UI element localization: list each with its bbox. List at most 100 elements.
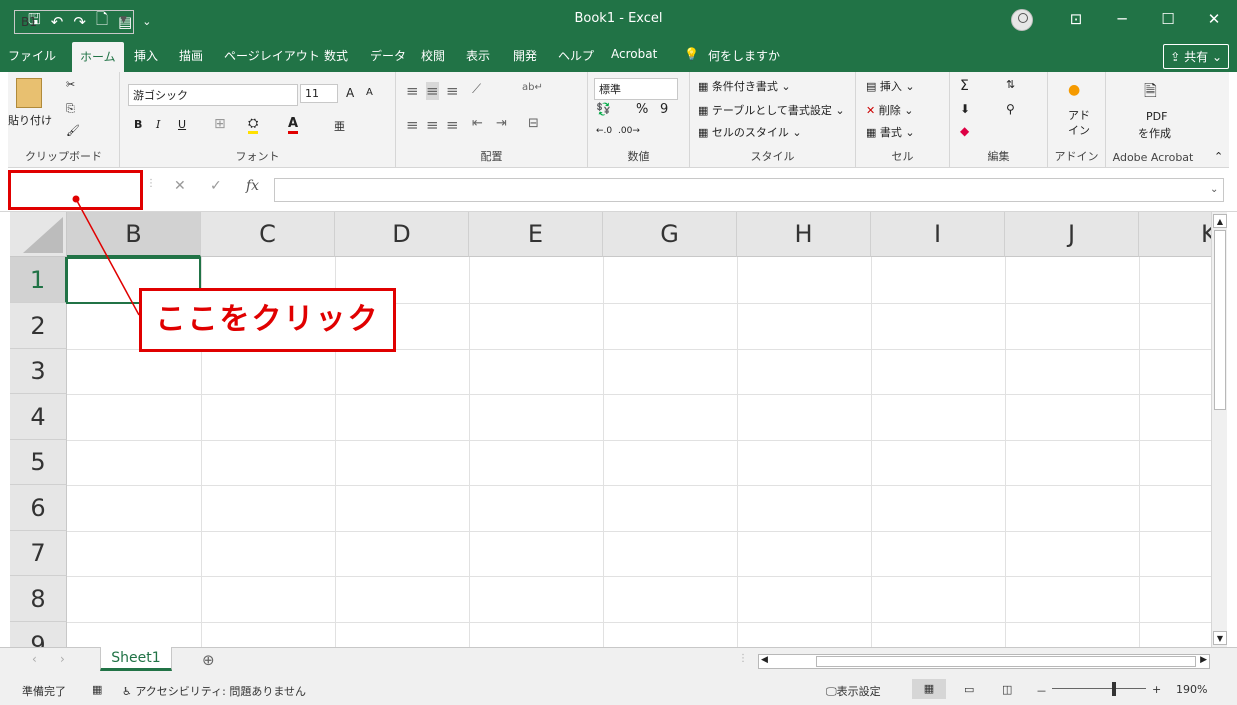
tab-insert[interactable]: 挿入 [134,47,158,64]
enter-icon[interactable]: ✓ [210,178,222,194]
borders-icon[interactable]: ⊞ [214,116,226,132]
grow-font-icon[interactable]: A [346,86,354,100]
find-select-icon[interactable]: ⚲ [1006,102,1015,116]
cancel-icon[interactable]: ✕ [174,178,186,194]
normal-view-icon[interactable]: ▦ [912,679,946,699]
font-color-icon[interactable]: A [288,116,299,134]
align-center-icon[interactable]: ≡ [426,116,439,134]
tab-view[interactable]: 表示 [466,47,490,64]
autosum-icon[interactable]: Σ [960,78,969,94]
insert-cells-button[interactable]: ▤ 挿入 ⌄ [866,78,915,94]
insert-function-icon[interactable]: fx [246,178,259,194]
tab-formulas[interactable]: 数式 [324,47,348,64]
create-pdf-line2[interactable]: を作成 [1138,125,1171,141]
sort-filter-icon[interactable]: ⇅ [1006,78,1015,91]
sheet-nav-next-icon[interactable]: › [60,652,65,666]
expand-formula-bar-icon[interactable]: ⌄ [1210,184,1218,195]
scroll-up-icon[interactable]: ▲ [1213,214,1227,228]
row-header[interactable]: 9 [10,622,67,647]
column-header[interactable]: G [603,212,737,257]
fill-icon[interactable]: ⬇ [960,102,970,116]
tab-file[interactable]: ファイル [8,47,56,64]
row-header[interactable]: 1 [10,257,67,303]
middle-align-icon[interactable]: ≡ [426,82,439,100]
zoom-in-button[interactable]: + [1152,683,1161,696]
bold-button[interactable]: B [134,118,142,131]
row-header[interactable]: 4 [10,394,67,440]
clear-icon[interactable]: ◆ [960,124,969,138]
column-header[interactable]: E [469,212,603,257]
ribbon-display-options-icon[interactable]: ⊡ [1053,10,1099,28]
minimize-button[interactable]: ─ [1099,10,1145,28]
sheet-nav-prev-icon[interactable]: ‹ [32,652,37,666]
column-header[interactable]: J [1005,212,1139,257]
increase-decimal-icon[interactable]: ←.0 [596,126,612,136]
decrease-indent-icon[interactable]: ⇤ [472,116,483,131]
number-format-select[interactable]: 標準 [594,78,678,100]
paste-icon[interactable] [16,78,42,108]
column-header[interactable]: C [201,212,335,257]
row-header[interactable]: 8 [10,576,67,622]
scroll-down-icon[interactable]: ▼ [1213,631,1227,645]
italic-button[interactable]: I [156,118,160,131]
select-all-button[interactable] [10,212,67,257]
page-layout-view-icon[interactable]: ▭ [964,683,974,696]
comma-style-icon[interactable]: 9 [660,102,668,117]
currency-icon[interactable]: 💱 [596,102,611,116]
align-left-icon[interactable]: ≡ [406,116,419,134]
shrink-font-icon[interactable]: A [366,87,373,98]
tab-page-layout[interactable]: ページレイアウト [224,47,320,64]
phonetic-icon[interactable]: 亜 [334,118,345,134]
tab-data[interactable]: データ [370,47,406,64]
copy-icon[interactable]: ⎘ [66,102,75,116]
column-header[interactable]: I [871,212,1005,257]
fill-color-icon[interactable]: ⛭ [248,116,259,134]
row-header[interactable]: 3 [10,349,67,394]
bottom-align-icon[interactable]: ≡ [446,82,459,100]
row-header[interactable]: 7 [10,531,67,576]
tab-developer[interactable]: 開発 [513,47,537,64]
add-sheet-icon[interactable]: ⊕ [202,651,215,669]
format-painter-icon[interactable]: 🖌 [66,124,80,137]
format-cells-button[interactable]: ▦ 書式 ⌄ [866,124,915,140]
column-header[interactable]: K [1139,212,1211,257]
font-name-select[interactable]: 游ゴシック [128,84,298,106]
zoom-slider-thumb[interactable] [1112,682,1116,696]
percent-icon[interactable]: % [636,102,648,117]
close-button[interactable]: ✕ [1191,10,1237,28]
row-header[interactable]: 5 [10,440,67,485]
cut-icon[interactable]: ✂ [66,78,75,91]
tab-review[interactable]: 校閲 [421,47,445,64]
display-settings-button[interactable]: 🖵表示設定 [826,683,881,699]
tell-me-search[interactable]: 何をしますか [708,47,780,64]
account-avatar-icon[interactable] [1011,9,1033,31]
worksheet-grid[interactable]: B C D E G H I J K 1 2 3 4 5 6 7 8 9 [10,212,1211,647]
accessibility-status[interactable]: ♿ アクセシビリティ: 問題ありません [122,683,306,699]
cell-styles-button[interactable]: ▦ セルのスタイル ⌄ [698,124,802,140]
wrap-text-icon[interactable]: ab↵ [522,82,543,93]
zoom-level[interactable]: 190% [1176,683,1207,696]
format-as-table-button[interactable]: ▦ テーブルとして書式設定 ⌄ [698,102,845,118]
scroll-left-icon[interactable]: ◀ [761,655,768,665]
zoom-out-button[interactable]: － [1036,683,1047,699]
row-header[interactable]: 6 [10,485,67,531]
increase-indent-icon[interactable]: ⇥ [496,116,507,131]
addins-button[interactable]: アド イン [1068,108,1090,138]
orientation-icon[interactable]: ⟋ [472,82,481,97]
create-pdf-line1[interactable]: PDF [1146,110,1167,123]
delete-cells-button[interactable]: ✕ 削除 ⌄ [866,102,913,118]
decrease-decimal-icon[interactable]: .00→ [618,126,640,136]
paste-button[interactable]: 貼り付け [8,112,52,128]
top-align-icon[interactable]: ≡ [406,82,419,100]
share-button[interactable]: ⇪ 共有 ⌄ [1163,44,1229,69]
name-box[interactable]: B1 ▼ [14,10,134,34]
sheet-tab[interactable]: Sheet1 [100,647,172,671]
zoom-slider-track[interactable] [1052,688,1146,689]
split-handle-icon[interactable]: ⋮ [738,653,748,664]
row-header[interactable]: 2 [10,303,67,349]
formula-input[interactable] [274,178,1224,202]
merge-center-icon[interactable]: ⊟ [528,116,539,131]
tab-draw[interactable]: 描画 [179,47,203,64]
addins-icon[interactable]: ● [1068,82,1080,98]
align-right-icon[interactable]: ≡ [446,116,459,134]
